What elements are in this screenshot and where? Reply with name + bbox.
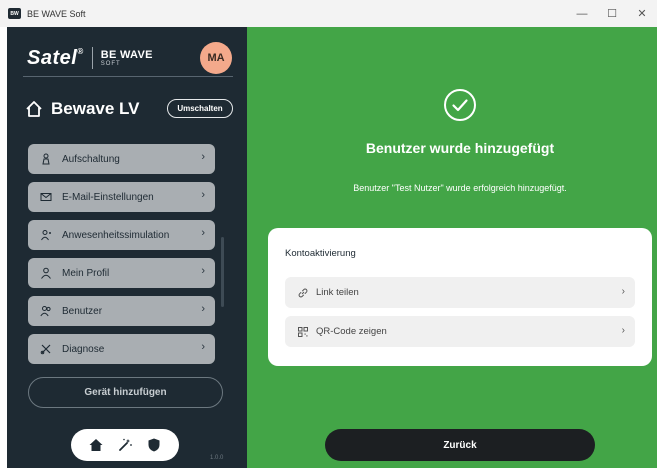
brand-logo: Satel® BE WAVE SOFT MA	[27, 42, 232, 74]
magic-wand-icon	[119, 438, 132, 451]
sidebar-item-diagnostics[interactable]: Diagnose ›	[28, 334, 215, 364]
chevron-right-icon: ›	[201, 265, 205, 277]
back-button[interactable]: Zurück	[325, 429, 595, 461]
bottom-nav	[71, 429, 179, 461]
sidebar-item-aufschaltung[interactable]: Aufschaltung ›	[28, 144, 215, 174]
minimize-button[interactable]: —	[567, 0, 597, 27]
sidebar-item-email-settings[interactable]: E-Mail-Einstellungen ›	[28, 182, 215, 212]
chevron-right-icon: ›	[201, 151, 205, 163]
mail-icon	[40, 191, 52, 203]
chevron-right-icon: ›	[201, 341, 205, 353]
sidebar-menu: Aufschaltung › E-Mail-Einstellungen › An…	[28, 144, 215, 372]
logo-divider	[91, 47, 93, 69]
sidebar-item-label: Aufschaltung	[62, 153, 120, 165]
home-outline-icon	[25, 100, 43, 118]
chevron-right-icon: ›	[201, 189, 205, 201]
avatar[interactable]: MA	[200, 42, 232, 74]
chevron-right-icon: ›	[621, 286, 625, 297]
users-icon	[40, 305, 52, 317]
close-button[interactable]: ✕	[627, 0, 657, 27]
sidebar-item-my-profile[interactable]: Mein Profil ›	[28, 258, 215, 288]
main-panel: Benutzer wurde hinzugefügt Benutzer "Tes…	[247, 27, 657, 468]
account-activation-card: Kontoaktivierung Link teilen › QR-Code z…	[268, 228, 652, 366]
title-bar: BW BE WAVE Soft — ☐ ✕	[0, 0, 657, 27]
shield-icon	[148, 438, 160, 452]
window-title: BE WAVE Soft	[27, 8, 86, 19]
row-label: QR-Code zeigen	[316, 326, 387, 337]
add-device-button[interactable]: Gerät hinzufügen	[28, 377, 223, 408]
row-label: Link teilen	[316, 287, 359, 298]
qr-code-icon	[297, 326, 309, 338]
success-title: Benutzer wurde hinzugefügt	[365, 140, 555, 156]
satel-logo: Satel®	[27, 46, 84, 69]
check-circle-icon	[443, 88, 477, 122]
scrollbar-thumb[interactable]	[221, 237, 224, 307]
nav-scenes-button[interactable]	[114, 434, 136, 456]
divider	[23, 76, 233, 77]
user-icon	[40, 267, 52, 279]
link-icon	[297, 287, 309, 299]
sidebar-item-presence-simulation[interactable]: Anwesenheitssimulation ›	[28, 220, 215, 250]
sidebar-item-label: E-Mail-Einstellungen	[62, 191, 154, 203]
app-icon: BW	[8, 8, 21, 19]
simulation-icon	[40, 229, 52, 241]
app-window: BW BE WAVE Soft — ☐ ✕ Satel® BE WAVE SOF…	[0, 0, 657, 468]
reception-icon	[40, 153, 52, 165]
device-name: Bewave LV	[51, 99, 140, 118]
share-link-button[interactable]: Link teilen ›	[285, 277, 635, 308]
window-controls: — ☐ ✕	[567, 0, 657, 27]
sidebar-item-label: Anwesenheitssimulation	[62, 229, 170, 241]
sidebar-item-label: Mein Profil	[62, 267, 110, 279]
bewave-logo: BE WAVE SOFT	[100, 48, 153, 67]
switch-device-button[interactable]: Umschalten	[167, 99, 233, 118]
chevron-right-icon: ›	[621, 325, 625, 336]
success-message: Benutzer "Test Nutzer" wurde erfolgreich…	[353, 183, 567, 193]
home-icon	[89, 439, 103, 451]
show-qr-code-button[interactable]: QR-Code zeigen ›	[285, 316, 635, 347]
sidebar: Satel® BE WAVE SOFT MA Bewave LV Umschal…	[7, 27, 247, 468]
nav-home-button[interactable]	[85, 434, 107, 456]
sidebar-item-users[interactable]: Benutzer ›	[28, 296, 215, 326]
tools-icon	[40, 343, 52, 355]
chevron-right-icon: ›	[201, 303, 205, 315]
app-version: 1.0.0	[210, 455, 224, 461]
chevron-right-icon: ›	[201, 227, 205, 239]
nav-security-button[interactable]	[143, 434, 165, 456]
card-title: Kontoaktivierung	[285, 248, 356, 259]
device-header: Bewave LV Umschalten	[25, 96, 235, 122]
maximize-button[interactable]: ☐	[597, 0, 627, 27]
sidebar-item-label: Diagnose	[62, 343, 105, 355]
sidebar-item-label: Benutzer	[62, 305, 103, 317]
